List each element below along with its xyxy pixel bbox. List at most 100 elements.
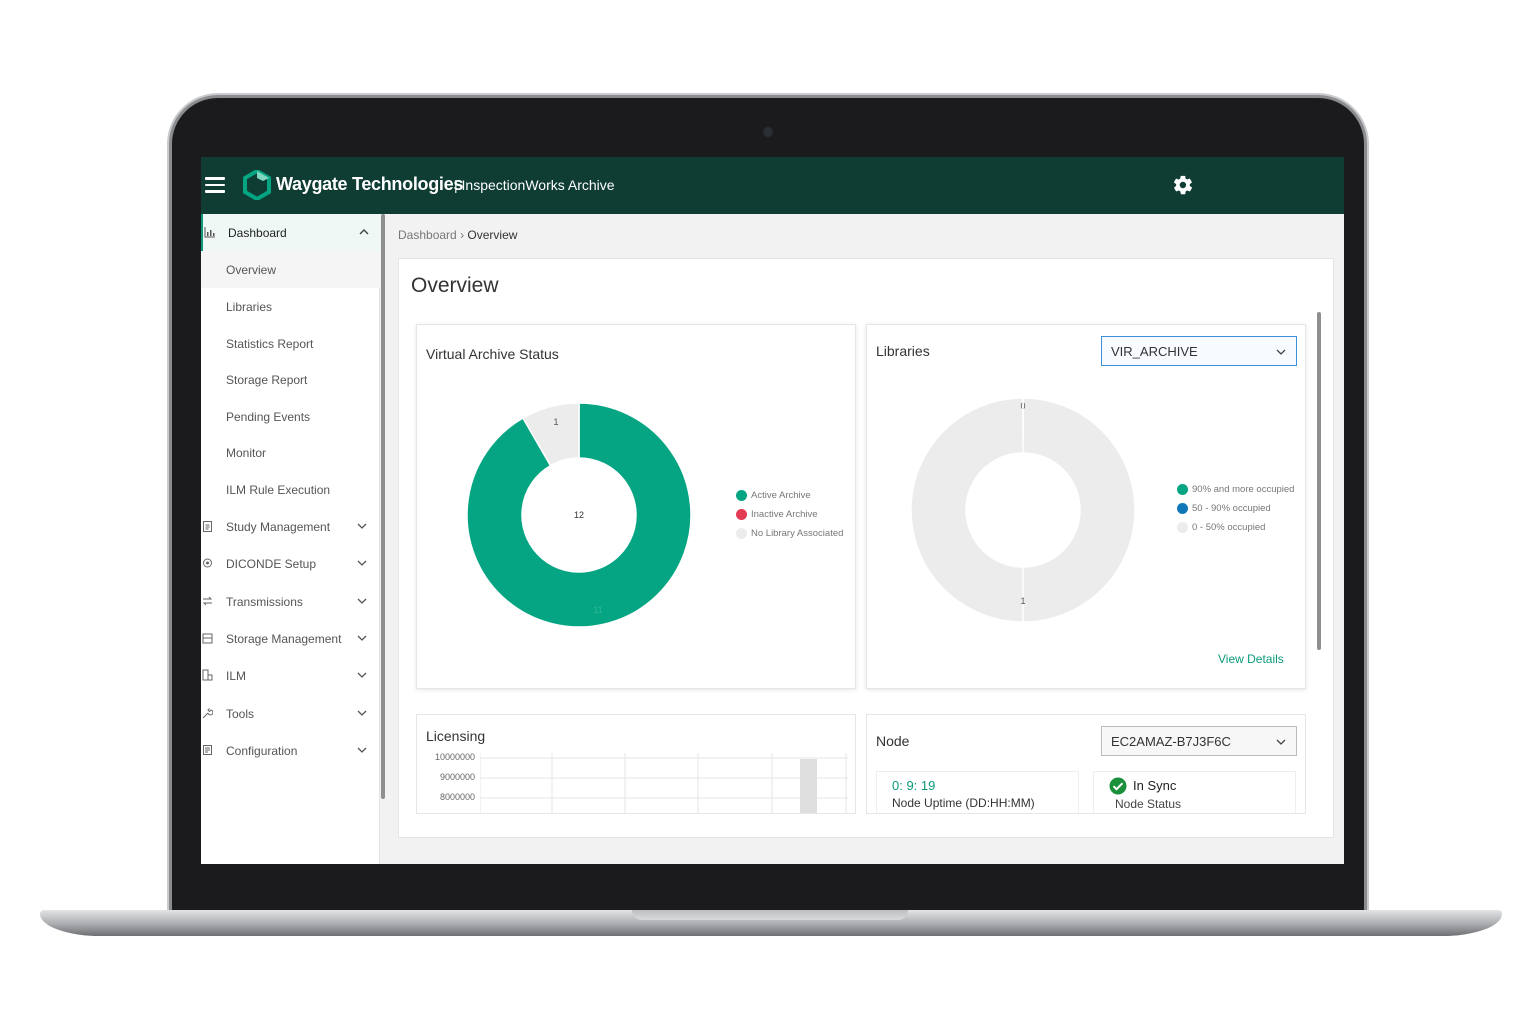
- sidebar-scrollbar[interactable]: [381, 214, 385, 799]
- sidebar-item-label: Configuration: [226, 743, 298, 758]
- virtual-archive-legend: Active Archive Inactive Archive No Libra…: [736, 486, 843, 543]
- axis-tick: 8000000: [439, 792, 475, 802]
- sidebar-item-statistics-report[interactable]: Statistics Report: [201, 325, 380, 362]
- legend-item-active[interactable]: Active Archive: [736, 486, 843, 505]
- sidebar-item-label: Statistics Report: [226, 336, 314, 351]
- legend-item-50-90[interactable]: 50 - 90% occupied: [1177, 499, 1294, 518]
- transfer-icon: [202, 596, 213, 606]
- chevron-down-icon[interactable]: [356, 557, 368, 569]
- sidebar-item-label: ILM: [226, 668, 247, 683]
- chevron-down-icon: [1276, 739, 1286, 745]
- node-uptime-box: 0: 9: 19 Node Uptime (DD:HH:MM): [876, 771, 1079, 813]
- sidebar-item-ilm[interactable]: ILM: [201, 657, 380, 694]
- library-select[interactable]: VIR_ARCHIVE: [1101, 336, 1297, 366]
- legend-item-no-library[interactable]: No Library Associated: [736, 524, 843, 543]
- sidebar-item-transmissions[interactable]: Transmissions: [201, 583, 380, 620]
- sidebar-item-label: Overview: [226, 262, 277, 277]
- node-panel: Node EC2AMAZ-B7J3F6C 0: 9: 19 Node Uptim…: [866, 714, 1306, 814]
- chevron-down-icon[interactable]: [356, 707, 368, 719]
- licensing-bar: [800, 759, 817, 813]
- product-name: | InspectionWorks Archive: [454, 177, 615, 193]
- gear-icon[interactable]: [1172, 174, 1194, 196]
- sidebar-item-label: ILM Rule Execution: [226, 482, 331, 497]
- laptop-notch: [632, 910, 908, 920]
- page-title: Overview: [411, 274, 499, 297]
- axis-tick: 9000000: [439, 772, 475, 782]
- node-status-label: Node Status: [1115, 797, 1182, 811]
- sidebar-item-diconde-setup[interactable]: DICONDE Setup: [201, 545, 380, 582]
- breadcrumb-current: Overview: [467, 228, 518, 242]
- panel-title: Libraries: [876, 343, 930, 359]
- check-circle-icon: [1109, 777, 1127, 795]
- virtual-archive-donut-chart: 12 1 0 11: [466, 402, 692, 628]
- library-select-value: VIR_ARCHIVE: [1111, 343, 1198, 359]
- chevron-down-icon[interactable]: [356, 632, 368, 644]
- app-screen: Waygate Technologies | InspectionWorks A…: [201, 157, 1344, 864]
- donut-center-label: 12: [574, 510, 584, 520]
- node-select-value: EC2AMAZ-B7J3F6C: [1111, 733, 1231, 749]
- ilm-icon: [202, 669, 213, 681]
- chevron-down-icon[interactable]: [356, 520, 368, 532]
- sidebar-item-label: Tools: [226, 706, 255, 721]
- chevron-up-icon[interactable]: [358, 226, 370, 238]
- waygate-logo-icon: [243, 170, 271, 200]
- sidebar-item-overview[interactable]: Overview: [201, 251, 380, 288]
- panel-title: Node: [876, 733, 910, 749]
- libraries-panel: Libraries VIR_ARCHIVE 01 90% and more oc…: [866, 324, 1306, 689]
- sidebar-item-tools[interactable]: Tools: [201, 695, 380, 732]
- panel-title: Licensing: [426, 728, 486, 744]
- legend-item-0-50[interactable]: 0 - 50% occupied: [1177, 518, 1294, 537]
- sidebar-item-label: Libraries: [226, 299, 273, 314]
- breadcrumb: Dashboard › Overview: [398, 228, 517, 242]
- chevron-down-icon[interactable]: [356, 744, 368, 756]
- sidebar-item-label: Storage Management: [226, 631, 342, 646]
- hamburger-menu-icon[interactable]: [205, 177, 225, 193]
- sidebar-item-study-management[interactable]: Study Management: [201, 508, 380, 545]
- licensing-panel: Licensing 10000000 9000000 8000000: [416, 714, 856, 814]
- slice-label-inactive: 0: [533, 422, 538, 432]
- sidebar-item-configuration[interactable]: Configuration: [201, 732, 380, 769]
- sidebar-item-label: Dashboard: [228, 225, 287, 240]
- node-uptime-label: Node Uptime (DD:HH:MM): [892, 796, 1035, 810]
- sidebar-item-pending-events[interactable]: Pending Events: [201, 398, 380, 435]
- sidebar-item-label: Pending Events: [226, 409, 311, 424]
- legend-item-90-plus[interactable]: 90% and more occupied: [1177, 480, 1294, 499]
- legend-item-inactive[interactable]: Inactive Archive: [736, 505, 843, 524]
- chevron-down-icon[interactable]: [356, 595, 368, 607]
- sidebar-item-storage-management[interactable]: Storage Management: [201, 620, 380, 657]
- content-scrollbar[interactable]: [1317, 312, 1321, 650]
- node-status-box: In Sync Node Status: [1093, 771, 1296, 813]
- sidebar-item-ilm-rule-execution[interactable]: ILM Rule Execution: [201, 471, 380, 508]
- sidebar-item-label: DICONDE Setup: [226, 556, 317, 571]
- libraries-legend: 90% and more occupied 50 - 90% occupied …: [1177, 480, 1294, 537]
- sidebar-item-label: Study Management: [226, 519, 331, 534]
- overview-card: Overview Virtual Archive Status 12 1 0 11 A…: [398, 258, 1334, 838]
- sidebar-item-monitor[interactable]: Monitor: [201, 434, 380, 471]
- slice-label-no-library: 1: [553, 417, 558, 427]
- camera: [762, 126, 774, 138]
- sidebar-item-libraries[interactable]: Libraries: [201, 288, 380, 325]
- brand-name: Waygate Technologies: [276, 174, 464, 194]
- view-details-link[interactable]: View Details: [1218, 652, 1284, 666]
- licensing-bar-chart: [480, 753, 848, 813]
- wrench-icon: [202, 708, 213, 719]
- sidebar-item-label: Monitor: [226, 445, 267, 460]
- sidebar-item-label: Transmissions: [226, 594, 303, 609]
- node-select[interactable]: EC2AMAZ-B7J3F6C: [1101, 726, 1297, 756]
- slice-label-active: 11: [593, 605, 602, 615]
- top-bar: Waygate Technologies | InspectionWorks A…: [201, 157, 1344, 214]
- sidebar-item-storage-report[interactable]: Storage Report: [201, 361, 380, 398]
- chevron-down-icon[interactable]: [356, 669, 368, 681]
- slice-label-bottom: 1: [1020, 596, 1025, 606]
- config-icon: [203, 745, 212, 755]
- settings-icon: [203, 558, 212, 568]
- panel-title: Virtual Archive Status: [426, 346, 559, 362]
- sidebar-item-dashboard[interactable]: Dashboard: [201, 214, 380, 251]
- node-uptime-value: 0: 9: 19: [892, 778, 936, 793]
- libraries-donut-chart: 01: [910, 397, 1136, 623]
- chevron-down-icon: [1276, 349, 1286, 355]
- breadcrumb-root[interactable]: Dashboard: [398, 228, 457, 242]
- axis-tick: 10000000: [434, 752, 475, 762]
- clipboard-icon: [203, 521, 212, 532]
- sidebar-item-label: Storage Report: [226, 372, 308, 387]
